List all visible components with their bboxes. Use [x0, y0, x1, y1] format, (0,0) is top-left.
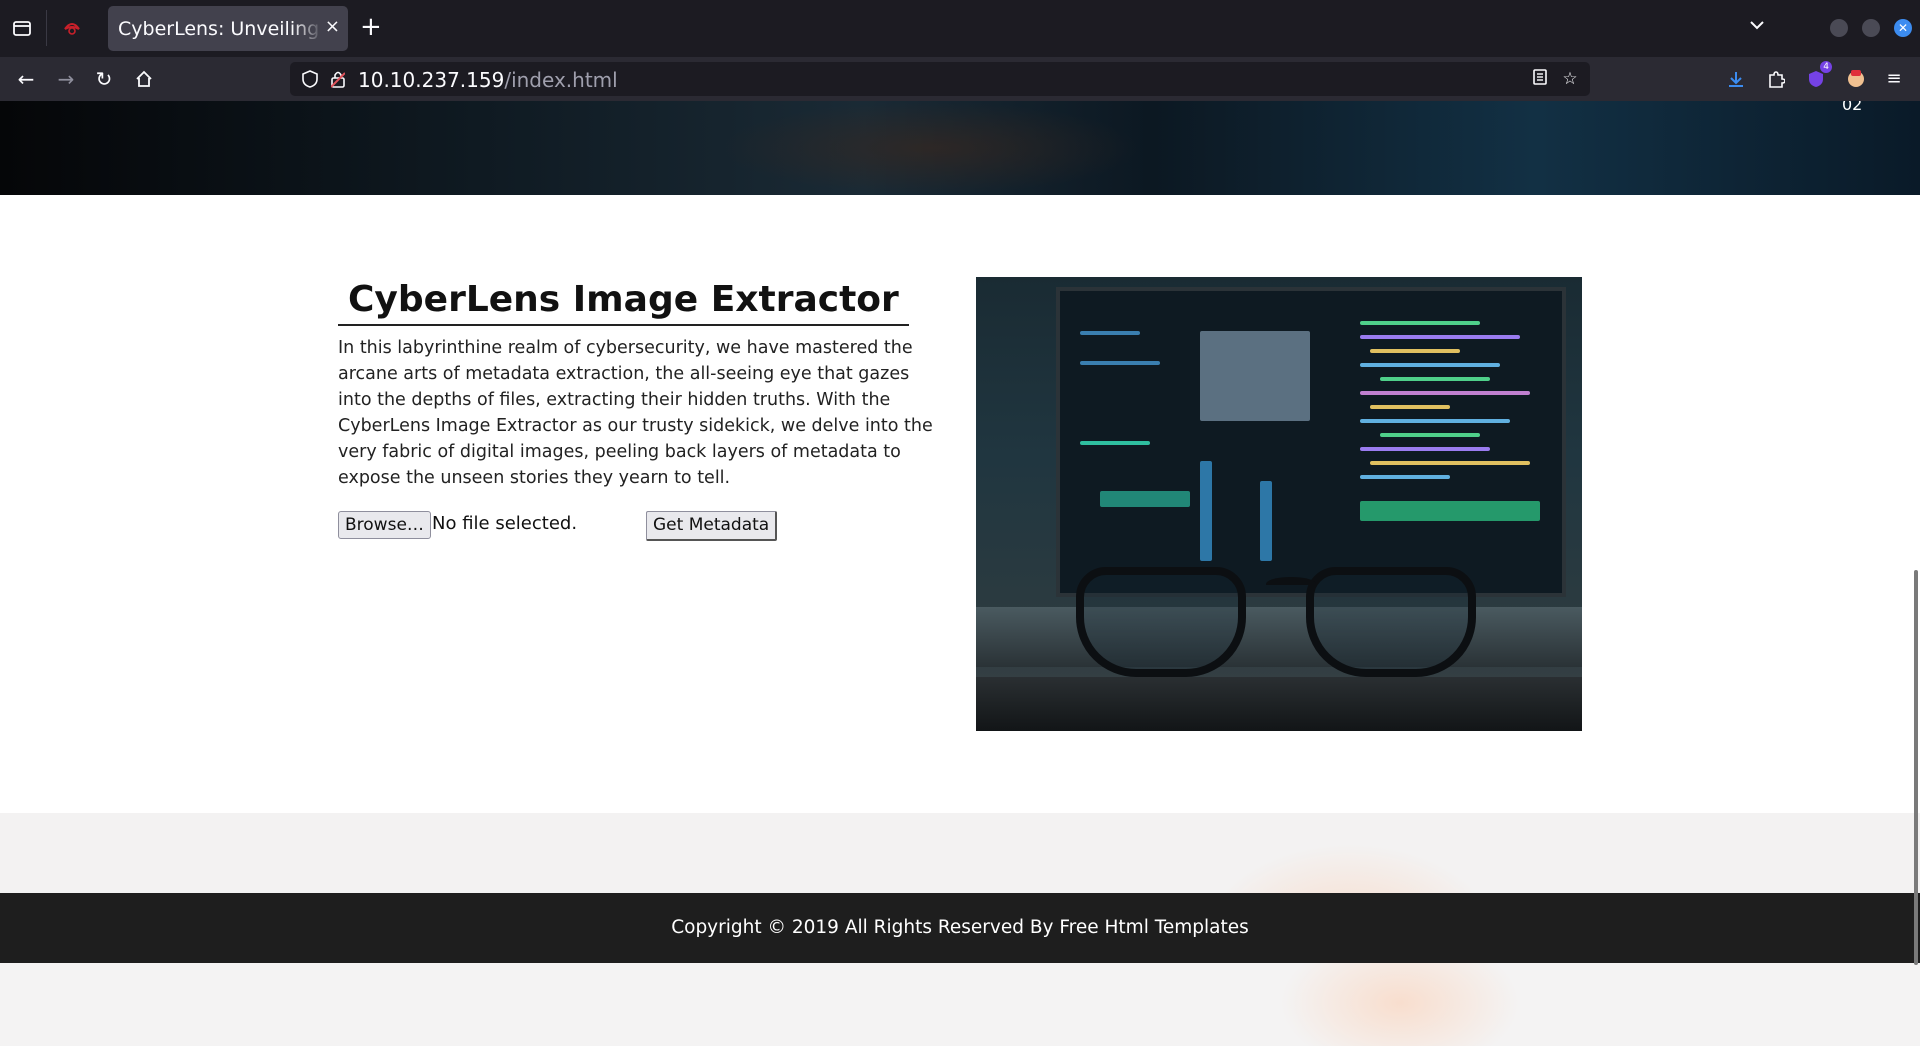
download-icon[interactable]	[1722, 65, 1750, 93]
hero-banner: 02	[0, 101, 1920, 195]
monitor-with-glasses-image	[976, 277, 1582, 731]
insecure-lock-icon[interactable]	[328, 68, 348, 90]
hamburger-menu-icon[interactable]: ≡	[1880, 65, 1908, 93]
left-eyeglass-lens	[1076, 567, 1246, 677]
browser-tab-strip: CyberLens: Unveiling the Hidden Matrix ×…	[0, 0, 1920, 57]
main-section: CyberLens Image Extractor In this labyri…	[0, 195, 1920, 813]
footer: Copyright © 2019 All Rights Reserved By …	[0, 893, 1920, 963]
url-text: 10.10.237.159/index.html	[358, 68, 618, 92]
reader-view-icon[interactable]	[1528, 68, 1552, 90]
extensions-puzzle-icon[interactable]	[1762, 65, 1790, 93]
tab-title: CyberLens: Unveiling the Hidden Matrix	[118, 18, 323, 40]
back-arrow-icon[interactable]: ←	[12, 65, 40, 93]
slide-number: 02	[1842, 101, 1863, 114]
new-tab-button[interactable]: +	[360, 12, 382, 42]
extension-badge: 4	[1820, 61, 1832, 73]
monitor-screen	[1056, 287, 1566, 597]
bottom-decorative-area	[0, 963, 1920, 1046]
url-path: /index.html	[504, 68, 618, 92]
tab-close-icon[interactable]: ×	[325, 16, 340, 37]
get-metadata-button[interactable]: Get Metadata	[646, 511, 778, 541]
address-bar[interactable]: 10.10.237.159/index.html ☆	[290, 62, 1590, 96]
minimize-window-button[interactable]	[1830, 19, 1848, 37]
tracking-shield-icon[interactable]	[300, 68, 320, 90]
pinned-tab-icon[interactable]	[58, 14, 86, 42]
url-host: 10.10.237.159	[358, 68, 505, 92]
file-selection-status: No file selected.	[432, 513, 578, 534]
home-icon[interactable]	[130, 65, 158, 93]
keyboard	[976, 607, 1582, 667]
bookmark-star-icon[interactable]: ☆	[1558, 68, 1582, 90]
extension-shield-icon[interactable]: 4	[1802, 61, 1832, 93]
tab-strip-divider	[46, 10, 47, 46]
decorative-band	[0, 813, 1920, 893]
close-window-button[interactable]: ✕	[1894, 19, 1912, 37]
reload-icon[interactable]: ↻	[90, 65, 118, 93]
copyright-text: Copyright © 2019 All Rights Reserved By …	[671, 917, 1249, 938]
browse-file-button[interactable]: Browse…	[338, 511, 431, 539]
description-text: In this labyrinthine realm of cybersecur…	[338, 338, 933, 488]
desk-surface	[976, 677, 1582, 731]
page-scrollbar[interactable]	[1914, 570, 1918, 965]
band-glow	[1200, 843, 1500, 893]
forward-arrow-icon[interactable]: →	[52, 65, 80, 93]
bottom-glow	[1280, 963, 1520, 1046]
browser-navigation-bar: ← → ↻ 10.10.237.159/index.html ☆ 4 ≡	[0, 57, 1920, 101]
hero-background-image	[720, 101, 1140, 195]
extension-avatar-icon[interactable]	[1842, 65, 1870, 93]
eyeglass-bridge	[1266, 577, 1316, 591]
tab-active[interactable]: CyberLens: Unveiling the Hidden Matrix ×	[108, 6, 348, 51]
firefox-view-icon[interactable]	[8, 14, 36, 42]
page-title: CyberLens Image Extractor	[338, 279, 909, 326]
right-eyeglass-lens	[1306, 567, 1476, 677]
maximize-window-button[interactable]	[1862, 19, 1880, 37]
chevron-down-icon[interactable]	[1748, 16, 1766, 39]
